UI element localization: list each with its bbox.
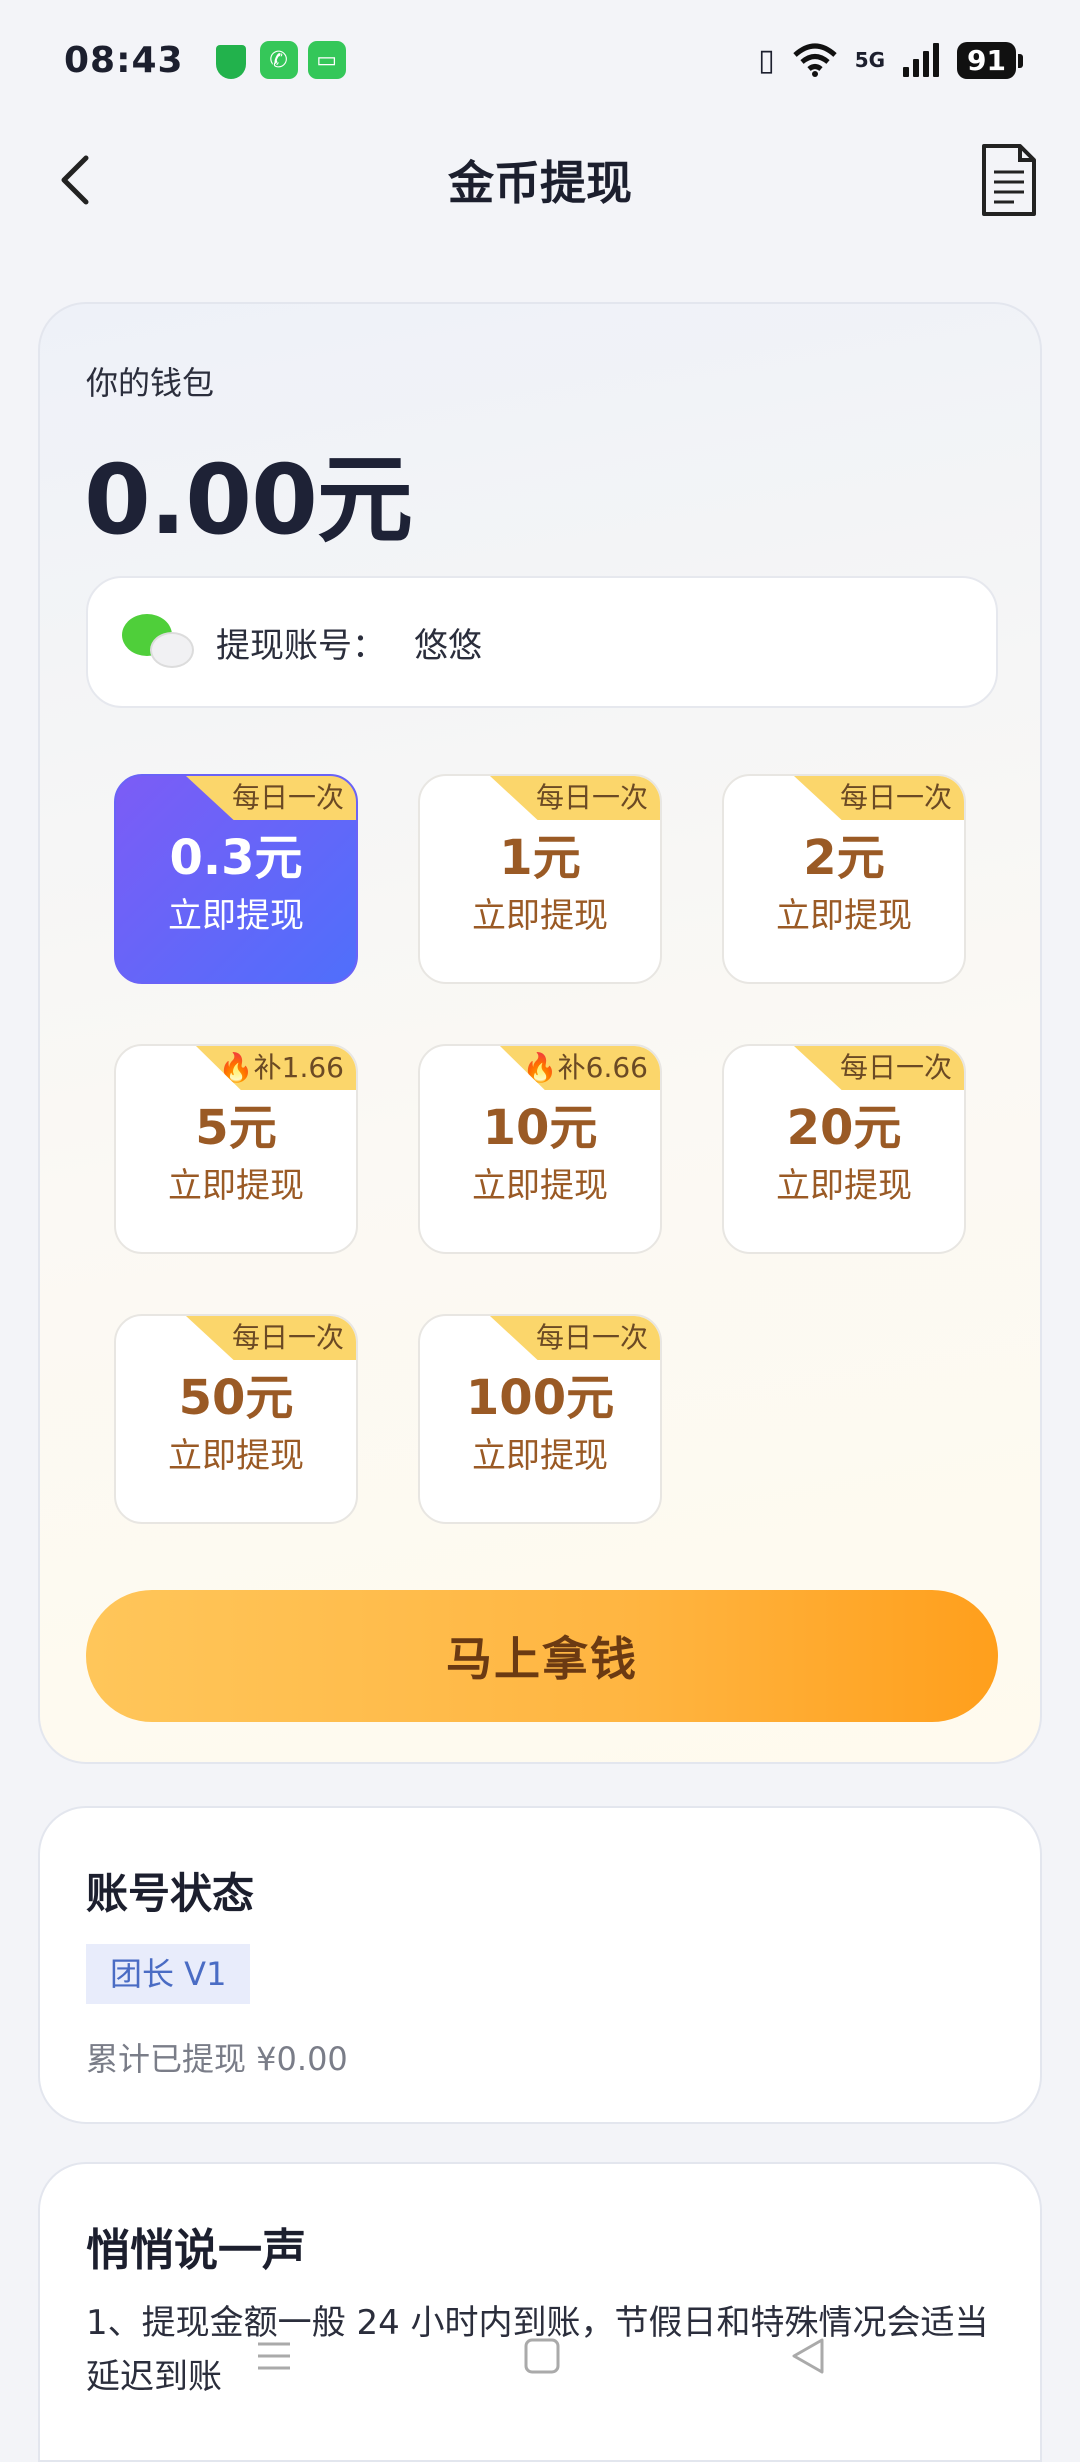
network-type: 5G [854, 48, 886, 72]
wallet-balance: 0.00元 [84, 444, 413, 556]
withdraw-account[interactable]: 提现账号： 悠悠 [86, 576, 998, 708]
total-withdrawn: 累计已提现 ¥0.00 [86, 2040, 348, 2078]
tile-action: 立即提现 [472, 1166, 608, 1206]
shield-icon [212, 41, 250, 79]
account-status-title: 账号状态 [86, 1869, 255, 1918]
tile-amount: 10元 [482, 1100, 598, 1156]
amount-option-10[interactable]: 🔥补6.66元 10元 立即提现 [418, 1044, 662, 1254]
tile-amount: 1元 [499, 830, 581, 886]
tile-action: 立即提现 [168, 1166, 304, 1206]
tile-tag: 每日一次 [794, 1046, 964, 1090]
account-name: 悠悠 [414, 625, 482, 666]
amount-option-2[interactable]: 每日一次 2元 立即提现 [722, 774, 966, 984]
tile-action: 立即提现 [472, 1436, 608, 1476]
tips-card: 悄悄说一声 1、提现金额一般 24 小时内到账，节假日和特殊情况会适当延迟到账 [38, 2162, 1042, 2462]
wifi-icon [793, 43, 837, 77]
account-label: 提现账号： [216, 625, 386, 666]
tile-action: 立即提现 [168, 1436, 304, 1476]
wallet-card: 你的钱包 0.00元 提现账号： 悠悠 每日一次 0.3元 立即提现 每日一次 … [38, 302, 1042, 1764]
amount-options: 每日一次 0.3元 立即提现 每日一次 1元 立即提现 每日一次 2元 立即提现… [114, 774, 984, 1534]
amount-option-20[interactable]: 每日一次 20元 立即提现 [722, 1044, 966, 1254]
home-icon[interactable] [522, 2336, 562, 2376]
account-status-card: 账号状态 团长 V1 累计已提现 ¥0.00 [38, 1806, 1042, 2124]
page-title: 金币提现 [448, 156, 632, 210]
tile-tag: 每日一次 [186, 1316, 356, 1360]
wallet-label: 你的钱包 [86, 364, 215, 402]
tile-amount: 0.3元 [169, 830, 303, 886]
app-header: 金币提现 [0, 130, 1080, 230]
status-time: 08:43 [64, 39, 184, 81]
vibrate-icon: ▯ [758, 42, 775, 78]
tile-tag: 每日一次 [490, 1316, 660, 1360]
tile-action: 立即提现 [776, 896, 912, 936]
amount-option-5[interactable]: 🔥补1.66元 5元 立即提现 [114, 1044, 358, 1254]
tile-action: 立即提现 [168, 896, 304, 936]
document-icon[interactable] [980, 142, 1038, 218]
message-icon: ▭ [307, 41, 346, 79]
tile-amount: 5元 [195, 1100, 277, 1156]
tile-amount: 50元 [178, 1370, 294, 1426]
amount-option-100[interactable]: 每日一次 100元 立即提现 [418, 1314, 662, 1524]
tile-tag: 每日一次 [794, 776, 964, 820]
tile-tag: 每日一次 [490, 776, 660, 820]
back-nav-icon[interactable] [788, 2336, 828, 2376]
tile-amount: 2元 [803, 830, 885, 886]
tile-tag: 🔥补6.66元 [500, 1046, 660, 1090]
tile-action: 立即提现 [776, 1166, 912, 1206]
status-bar: 08:43 ✆ ▭ ▯ 5G 91 [0, 0, 1080, 120]
level-badge: 团长 V1 [86, 1944, 251, 2004]
wechat-icon [122, 612, 196, 672]
menu-icon[interactable] [254, 2336, 294, 2376]
tile-tag: 🔥补1.66元 [196, 1046, 356, 1090]
amount-option-50[interactable]: 每日一次 50元 立即提现 [114, 1314, 358, 1524]
withdraw-now-button[interactable]: 马上拿钱 [86, 1590, 998, 1722]
tile-tag: 每日一次 [186, 776, 356, 820]
tips-title: 悄悄说一声 [86, 2225, 306, 2276]
tile-amount: 20元 [786, 1100, 902, 1156]
battery-indicator: 91 [957, 41, 1023, 79]
amount-option-0.3[interactable]: 每日一次 0.3元 立即提现 [114, 774, 358, 984]
system-nav-bar [0, 2316, 1080, 2412]
signal-icon [903, 43, 940, 77]
phone-icon: ✆ [259, 41, 298, 79]
amount-option-1[interactable]: 每日一次 1元 立即提现 [418, 774, 662, 984]
back-button[interactable] [50, 152, 106, 208]
tile-amount: 100元 [465, 1370, 615, 1426]
tile-action: 立即提现 [472, 896, 608, 936]
